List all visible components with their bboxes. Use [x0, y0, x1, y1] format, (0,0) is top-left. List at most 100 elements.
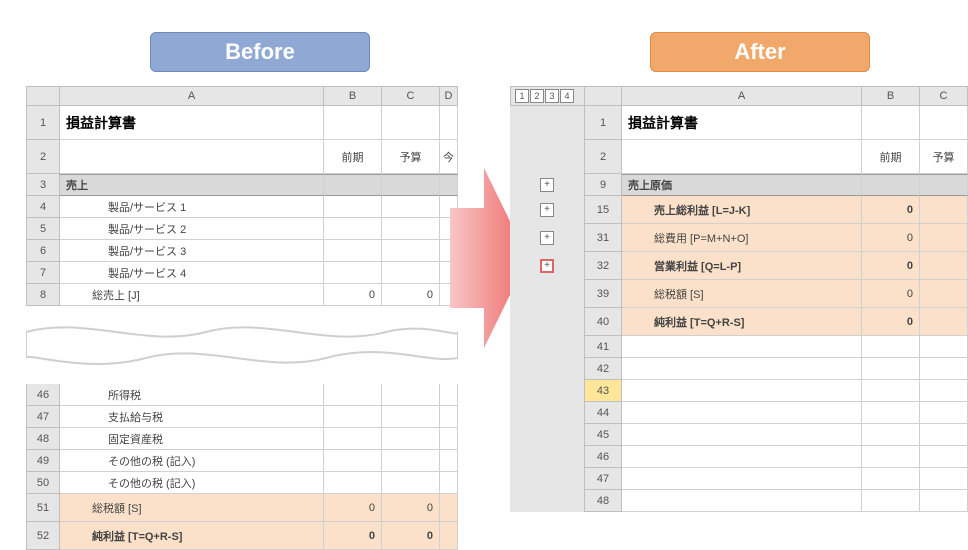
item-cell[interactable]: 支払給与税: [60, 406, 324, 428]
item-cell[interactable]: その他の税 (記入): [60, 450, 324, 472]
doc-title[interactable]: 損益計算書: [622, 106, 862, 140]
cell[interactable]: [440, 450, 458, 472]
cell[interactable]: [440, 472, 458, 494]
row-header[interactable]: 5: [26, 218, 60, 240]
row-header[interactable]: 51: [26, 494, 60, 522]
cell[interactable]: [862, 380, 920, 402]
cell[interactable]: [920, 424, 968, 446]
cell[interactable]: 0: [382, 284, 440, 306]
row-header[interactable]: 4: [26, 196, 60, 218]
cell[interactable]: 0: [862, 252, 920, 280]
row-header[interactable]: 47: [584, 468, 622, 490]
row-header[interactable]: 49: [26, 450, 60, 472]
cell[interactable]: [382, 428, 440, 450]
item-cell[interactable]: 所得税: [60, 384, 324, 406]
cell[interactable]: [382, 240, 440, 262]
cell[interactable]: [622, 380, 862, 402]
row-header[interactable]: 42: [584, 358, 622, 380]
cell[interactable]: [382, 472, 440, 494]
row-header[interactable]: 46: [584, 446, 622, 468]
summary-cell[interactable]: 純利益 [T=Q+R-S]: [622, 308, 862, 336]
expand-button[interactable]: +: [540, 203, 554, 217]
cell[interactable]: [324, 450, 382, 472]
summary-cell[interactable]: 売上総利益 [L=J-K]: [622, 196, 862, 224]
cell[interactable]: [324, 384, 382, 406]
row-header[interactable]: 39: [584, 280, 622, 308]
cell[interactable]: [862, 336, 920, 358]
row-header[interactable]: 7: [26, 262, 60, 284]
cell[interactable]: [920, 252, 968, 280]
cell[interactable]: [382, 384, 440, 406]
cell[interactable]: [622, 140, 862, 174]
cell[interactable]: 0: [324, 494, 382, 522]
cell[interactable]: [920, 490, 968, 512]
cell[interactable]: [920, 358, 968, 380]
row-header[interactable]: 2: [584, 140, 622, 174]
col-header-C[interactable]: C: [382, 86, 440, 106]
col-header-A[interactable]: A: [60, 86, 324, 106]
outline-level-1[interactable]: 1: [515, 89, 529, 103]
cell[interactable]: [920, 380, 968, 402]
row-header[interactable]: 8: [26, 284, 60, 306]
col-label-budget[interactable]: 予算: [920, 140, 968, 174]
select-all-corner[interactable]: [26, 86, 60, 106]
item-cell[interactable]: 製品/サービス 3: [60, 240, 324, 262]
summary-cell[interactable]: 総税額 [S]: [60, 494, 324, 522]
cell[interactable]: [382, 262, 440, 284]
item-cell[interactable]: 製品/サービス 4: [60, 262, 324, 284]
row-header[interactable]: 6: [26, 240, 60, 262]
cell[interactable]: [382, 450, 440, 472]
expand-button-highlighted[interactable]: +: [540, 259, 554, 273]
cell[interactable]: [622, 402, 862, 424]
col-label-budget[interactable]: 予算: [382, 140, 440, 174]
cell[interactable]: [324, 174, 382, 196]
cell[interactable]: [862, 174, 920, 196]
cell[interactable]: [920, 336, 968, 358]
outline-level-2[interactable]: 2: [530, 89, 544, 103]
select-all-corner[interactable]: [584, 86, 622, 106]
cell[interactable]: 0: [862, 196, 920, 224]
cell[interactable]: [920, 280, 968, 308]
cell[interactable]: [920, 196, 968, 224]
category-cell[interactable]: 売上: [60, 174, 324, 196]
expand-button[interactable]: +: [540, 178, 554, 192]
cell[interactable]: [920, 224, 968, 252]
subtotal-cell[interactable]: 総売上 [J]: [60, 284, 324, 306]
cell[interactable]: [324, 240, 382, 262]
cell[interactable]: [920, 446, 968, 468]
summary-cell[interactable]: 総税額 [S]: [622, 280, 862, 308]
cell[interactable]: [440, 106, 458, 140]
row-header[interactable]: 52: [26, 522, 60, 550]
cell[interactable]: [382, 196, 440, 218]
cell[interactable]: 0: [324, 284, 382, 306]
row-header-selected[interactable]: 43: [584, 380, 622, 402]
cell[interactable]: [382, 174, 440, 196]
cell[interactable]: [440, 494, 458, 522]
cell[interactable]: 0: [862, 224, 920, 252]
cell[interactable]: [382, 218, 440, 240]
cell[interactable]: [920, 308, 968, 336]
row-header[interactable]: 31: [584, 224, 622, 252]
row-header[interactable]: 40: [584, 308, 622, 336]
col-header-B[interactable]: B: [862, 86, 920, 106]
row-header[interactable]: 1: [584, 106, 622, 140]
cell[interactable]: 0: [324, 522, 382, 550]
col-header-A[interactable]: A: [622, 86, 862, 106]
cell[interactable]: [920, 468, 968, 490]
row-header[interactable]: 47: [26, 406, 60, 428]
item-cell[interactable]: その他の税 (記入): [60, 472, 324, 494]
cell[interactable]: [324, 472, 382, 494]
outline-level-3[interactable]: 3: [545, 89, 559, 103]
col-label-prev[interactable]: 前期: [862, 140, 920, 174]
cell[interactable]: [60, 140, 324, 174]
col-header-B[interactable]: B: [324, 86, 382, 106]
cell[interactable]: [324, 106, 382, 140]
summary-cell[interactable]: 純利益 [T=Q+R-S]: [60, 522, 324, 550]
summary-cell[interactable]: 営業利益 [Q=L-P]: [622, 252, 862, 280]
cell[interactable]: [440, 384, 458, 406]
row-header[interactable]: 32: [584, 252, 622, 280]
cell[interactable]: 0: [862, 308, 920, 336]
cell[interactable]: [324, 196, 382, 218]
row-header[interactable]: 1: [26, 106, 60, 140]
cell[interactable]: [920, 402, 968, 424]
